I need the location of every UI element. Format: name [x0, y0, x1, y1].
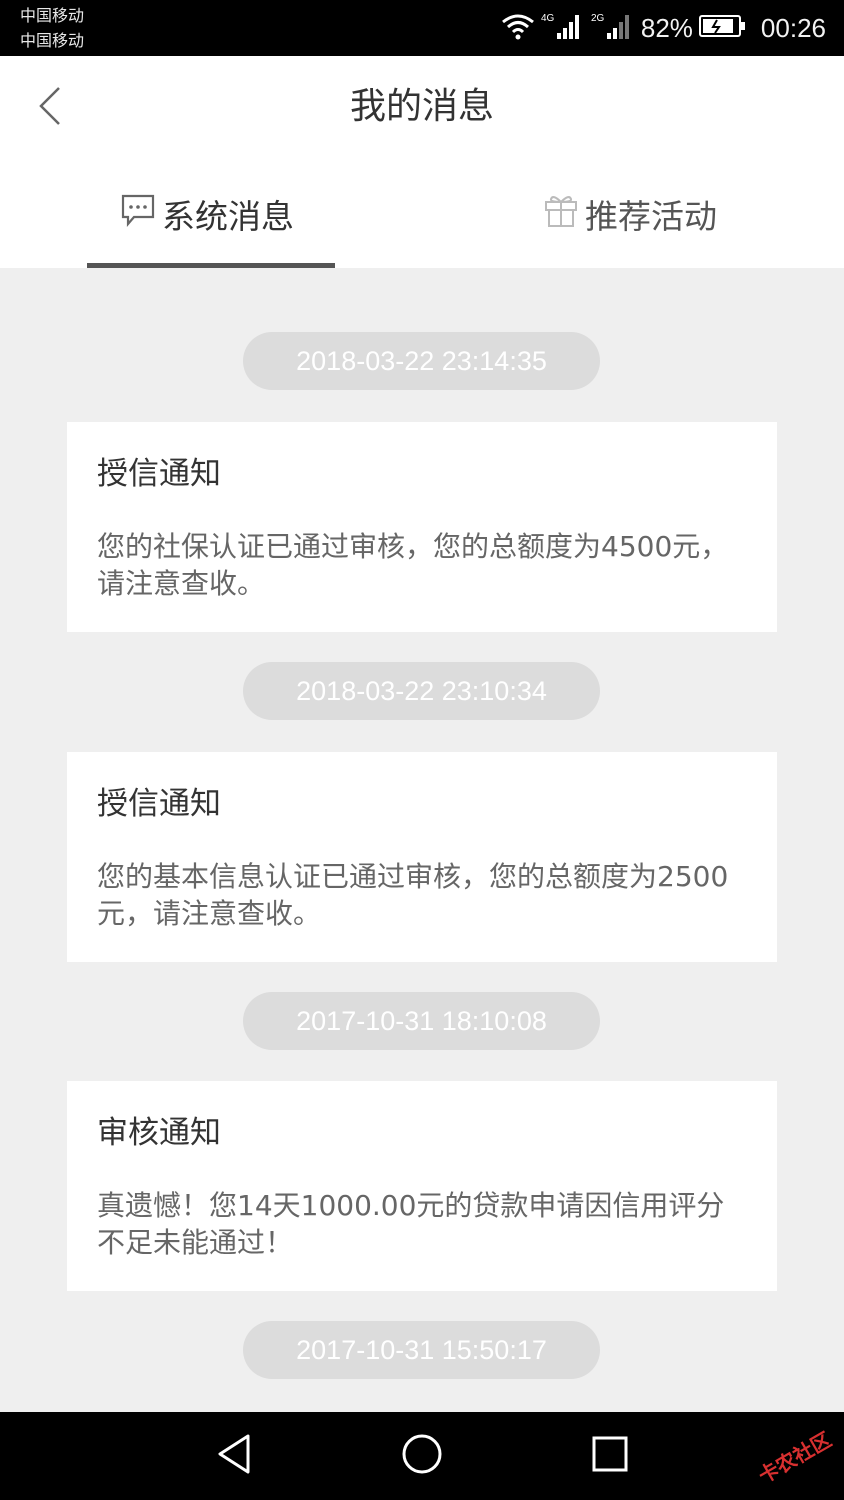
carrier-label-2: 中国移动 — [20, 31, 85, 50]
status-icons: 4G 2G 82% 00:26 — [501, 10, 826, 46]
timestamp-badge: 2018-03-22 23:10:34 — [243, 662, 600, 720]
gift-icon — [543, 192, 579, 236]
system-navigation-bar: 卡农社区 — [0, 1412, 844, 1500]
nav-recents-button[interactable] — [580, 1430, 640, 1482]
message-title: 授信通知 — [97, 456, 221, 492]
triangle-back-icon — [214, 1432, 254, 1480]
signal-icon-1: 4G — [541, 11, 585, 45]
message-title: 审核通知 — [97, 1115, 221, 1151]
carrier-label-1: 中国移动 — [20, 6, 85, 25]
network-type-2: 2G — [591, 13, 605, 24]
timestamp-badge: 2018-03-22 23:14:35 — [243, 332, 600, 390]
tab-system-messages[interactable]: 系统消息 — [120, 184, 294, 244]
message-title: 授信通知 — [97, 786, 221, 822]
status-bar: 中国移动 中国移动 4G 2G 82% 00:26 — [0, 0, 844, 56]
watermark: 卡农社区 — [754, 1427, 836, 1489]
message-body: 真遗憾！您14天1000.00元的贷款申请因信用评分不足未能通过！ — [97, 1189, 725, 1259]
network-type-1: 4G — [541, 13, 555, 24]
chat-bubble-icon — [120, 193, 156, 235]
timestamp-badge: 2017-10-31 18:10:08 — [243, 992, 600, 1050]
header: 我的消息 系统消息 推荐活动 — [0, 56, 844, 268]
signal-icon-2: 2G — [591, 11, 635, 45]
tab-label-system: 系统消息 — [162, 197, 294, 236]
message-body: 您的基本信息认证已通过审核，您的总额度为2500元，请注意查收。 — [97, 860, 729, 930]
message-list[interactable]: 2018-03-22 23:14:35 授信通知 您的社保认证已通过审核，您的总… — [0, 268, 844, 1412]
nav-home-button[interactable] — [392, 1430, 452, 1482]
wifi-icon — [501, 12, 535, 44]
tab-label-activity: 推荐活动 — [585, 197, 717, 236]
clock: 00:26 — [760, 12, 826, 43]
tab-recommended-activities[interactable]: 推荐活动 — [543, 184, 717, 244]
message-card[interactable]: 授信通知 您的基本信息认证已通过审核，您的总额度为2500元，请注意查收。 — [67, 752, 777, 962]
circle-home-icon — [400, 1432, 444, 1480]
battery-percent: 82% — [640, 12, 693, 43]
nav-back-button[interactable] — [204, 1430, 264, 1482]
battery-icon — [698, 14, 747, 42]
page-title: 我的消息 — [349, 86, 494, 127]
square-recents-icon — [590, 1434, 630, 1478]
message-card[interactable]: 授信通知 您的社保认证已通过审核，您的总额度为4500元，请注意查收。 — [67, 422, 777, 632]
timestamp-badge: 2017-10-31 15:50:17 — [243, 1321, 600, 1379]
message-body: 您的社保认证已通过审核，您的总额度为4500元，请注意查收。 — [97, 530, 729, 600]
message-card[interactable]: 审核通知 真遗憾！您14天1000.00元的贷款申请因信用评分不足未能通过！ — [67, 1081, 777, 1291]
